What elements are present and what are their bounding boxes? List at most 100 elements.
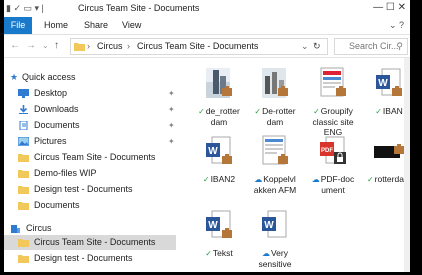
file-item[interactable]: ✓Groupify classic site ENG [308,66,358,137]
ribbon-tabs: File Home Share View ⌄ ? [4,17,410,35]
up-icon[interactable]: ↑ [54,40,59,51]
search-box[interactable]: Search Cir... ⚲ [334,38,408,55]
webpage-icon [320,67,346,97]
file-item[interactable]: W ✓IBAN2 [194,134,244,185]
sidebar-item-design-test-circus[interactable]: Design test - Documents [4,251,176,266]
sidebar-item-label: Circus Team Site - Documents [34,237,156,247]
address-dropdown-icon[interactable]: ⌄ [301,39,309,54]
folder-icon [18,186,29,194]
tab-share[interactable]: Share [84,17,108,34]
svg-text:W: W [264,220,274,231]
window-controls[interactable]: — ☐ ✕ [373,2,406,13]
file-name: ✓De-rotter dam [254,106,296,127]
sidebar-item-label: Documents [34,120,80,130]
pin-icon[interactable]: ✦ [168,134,175,149]
file-item[interactable]: ✓De-rotter dam [250,66,300,127]
word-icon: W [206,210,232,238]
navigation-pane: ★ Quick access Desktop ✦ Downloads ✦ Doc… [4,58,176,272]
synced-icon: ✓ [198,107,205,116]
address-row: ← → ⌄ ↑ › Circus › Circus Team Site - Do… [4,35,410,58]
sidebar-item-design-test[interactable]: Design test - Documents [4,182,176,197]
pictures-icon [18,137,29,146]
sidebar-item-demo-files[interactable]: Demo-files WIP [4,166,176,181]
folder-icon [74,43,85,51]
file-name: ☁Very sensitive [258,248,292,269]
sidebar-item-downloads[interactable]: Downloads ✦ [4,102,176,117]
refresh-icon[interactable]: ↻ [313,39,321,54]
breadcrumb-current[interactable]: Circus Team Site - Documents [137,39,258,54]
vertical-scrollbar[interactable] [404,58,410,272]
svg-text:W: W [378,78,388,89]
file-item[interactable]: ☁Koppelvl akken AFM [250,134,300,195]
file-name: ☁Koppelvl akken AFM [253,174,297,195]
folder-icon [18,239,29,247]
sidebar-item-label: Design test - Documents [34,184,133,194]
sidebar-item-label: Demo-files WIP [34,168,97,178]
tab-view[interactable]: View [122,17,141,34]
file-view: ✓de_rotter dam ✓De-rotter dam ✓Groupify … [176,58,410,272]
sidebar-item-documents-folder[interactable]: Documents [4,198,176,213]
pin-icon[interactable]: ✦ [168,102,175,117]
quick-access-header[interactable]: ★ Quick access [4,70,176,85]
search-icon: ⚲ [396,41,403,51]
synced-icon: ✓ [254,107,262,116]
folder-icon [18,202,29,210]
file-name: ✓IBAN2 [202,174,236,184]
webpage-icon [262,135,288,165]
file-item[interactable]: PDF ☁PDF-doc ument [308,134,358,195]
word-icon: W [376,68,402,96]
photo-thumbnail [262,68,288,98]
folder-icon [18,154,29,162]
svg-text:W: W [208,146,218,157]
photo-thumbnail [206,68,232,98]
recent-locations-icon[interactable]: ⌄ [42,41,49,50]
address-bar[interactable]: › Circus › Circus Team Site - Documents … [70,38,328,55]
sidebar-item-circus-team-site-selected[interactable]: Circus Team Site - Documents [4,235,176,250]
file-name: ✓Groupify classic site ENG [312,106,354,137]
synced-icon: ✓ [313,107,320,116]
building-icon [11,225,20,233]
downloads-icon [19,105,28,114]
file-name: ✓de_rotter dam [198,106,240,127]
back-icon[interactable]: ← [10,40,20,51]
sidebar-item-label: Circus Team Site - Documents [34,152,156,162]
search-input[interactable]: Search Cir... [349,39,399,54]
svg-text:W: W [208,220,218,231]
sidebar-item-circus-team-site[interactable]: Circus Team Site - Documents [4,150,176,165]
breadcrumb-circus[interactable]: Circus [97,39,123,54]
cloud-icon: ☁ [311,175,320,184]
pin-icon[interactable]: ✦ [168,86,175,101]
folder-icon [18,255,29,263]
folder-icon [18,170,29,178]
explorer-window: ▮ ✓ ▭ ▾ | Circus Team Site - Documents —… [4,0,410,272]
circus-header[interactable]: Circus [4,221,176,236]
synced-icon: ✓ [375,107,382,116]
file-item[interactable]: W ☁Very sensitive [250,208,300,269]
desktop-icon [18,89,29,98]
word-icon: W [262,210,287,238]
tab-home[interactable]: Home [44,17,68,34]
sidebar-item-label: Design test - Documents [34,253,133,263]
tab-file[interactable]: File [4,17,32,34]
sidebar-item-pictures[interactable]: Pictures ✦ [4,134,176,149]
sidebar-item-desktop[interactable]: Desktop ✦ [4,86,176,101]
pdf-icon: PDF [320,136,346,164]
quick-access-toolbar[interactable]: ▮ ✓ ▭ ▾ | [6,3,44,14]
forward-icon[interactable]: → [26,40,36,51]
ribbon-expand-icon[interactable]: ⌄ ? [389,20,404,31]
breadcrumb-separator: › [127,41,130,51]
documents-icon [19,121,28,130]
file-name: ✓Tekst [205,248,233,258]
window-title: Circus Team Site - Documents [78,3,200,13]
sidebar-item-documents[interactable]: Documents ✦ [4,118,176,133]
file-item[interactable]: ✓de_rotter dam [194,66,244,127]
file-item[interactable]: W ✓Tekst [194,208,244,259]
word-icon: W [206,136,232,164]
svg-text:PDF: PDF [321,148,333,154]
sidebar-item-label: Desktop [34,88,68,98]
image-thumbnail [374,144,404,158]
quick-access-label: Quick access [22,72,76,82]
sidebar-item-label: Pictures [34,136,67,146]
pin-icon[interactable]: ✦ [168,118,175,133]
breadcrumb-separator: › [87,41,90,51]
